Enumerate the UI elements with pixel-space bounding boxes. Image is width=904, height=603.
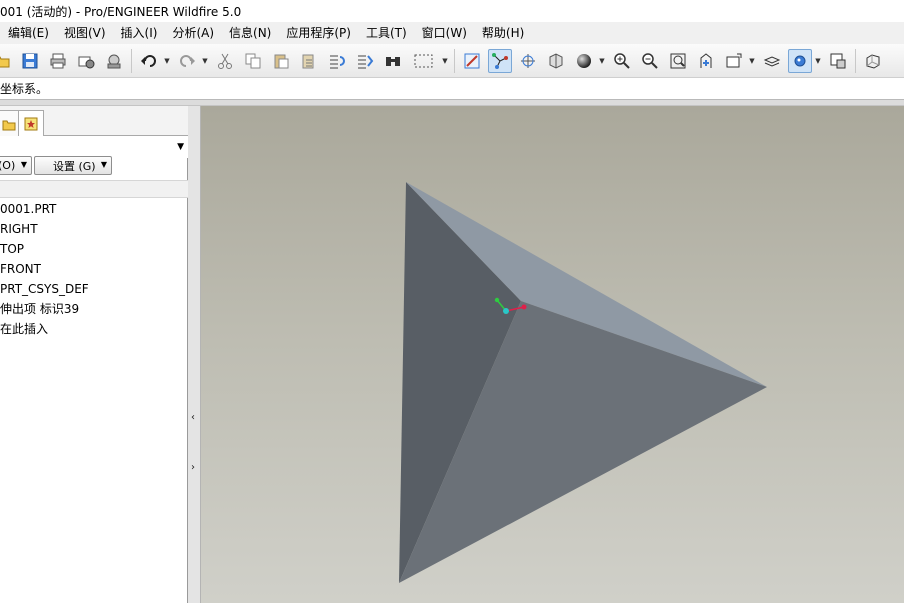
send-mail-icon[interactable] xyxy=(74,49,98,73)
menu-edit[interactable]: 编辑(E) xyxy=(0,22,56,44)
toolbar-separator xyxy=(131,48,132,73)
undo-icon[interactable] xyxy=(137,49,161,73)
display-dropdown-icon[interactable]: ▼ xyxy=(814,49,822,73)
display-style-icon[interactable] xyxy=(788,48,812,73)
model-tree-header xyxy=(0,180,188,198)
graphics-window[interactable] xyxy=(201,106,904,603)
tree-item-csys[interactable]: PRT_CSYS_DEF xyxy=(0,279,188,299)
undo-dropdown-icon[interactable]: ▼ xyxy=(163,49,171,73)
print-icon[interactable] xyxy=(46,49,70,73)
spin-center-icon[interactable] xyxy=(488,48,512,73)
copy-icon[interactable] xyxy=(241,49,265,73)
reorient-icon[interactable] xyxy=(694,49,718,73)
toolbar-separator xyxy=(855,48,856,73)
chevron-down-icon: ▼ xyxy=(100,160,107,169)
menu-info[interactable]: 信息(N) xyxy=(221,22,278,44)
show-button[interactable]: (O) ▼ xyxy=(0,156,32,175)
menu-applications[interactable]: 应用程序(P) xyxy=(278,22,358,44)
show-button-label: (O) xyxy=(0,159,16,172)
orient-icon[interactable] xyxy=(516,49,540,73)
shading-icon[interactable] xyxy=(572,49,596,73)
navigator-panel: ▼ (O) ▼ 设置 (G) ▼ 0001.PRT RIGHT TOP FRON… xyxy=(0,106,188,603)
save-icon[interactable] xyxy=(18,49,42,73)
menu-help[interactable]: 帮助(H) xyxy=(474,22,531,44)
mail-icon[interactable] xyxy=(102,49,126,73)
window-title: 001 (活动的) - Pro/ENGINEER Wildfire 5.0 xyxy=(0,4,242,19)
chevron-down-icon: ▼ xyxy=(177,142,184,152)
menu-bar: 编辑(E) 视图(V) 插入(I) 分析(A) 信息(N) 应用程序(P) 工具… xyxy=(0,22,904,44)
tree-item-top[interactable]: TOP xyxy=(0,239,188,259)
paste-icon[interactable] xyxy=(269,49,293,73)
repaint-icon[interactable] xyxy=(460,49,484,73)
navigator-tabs xyxy=(0,106,188,136)
select-box-icon[interactable] xyxy=(409,49,439,73)
layers-icon[interactable] xyxy=(760,49,784,73)
main-toolbar: ▼ ▼ ▼ ▼ ▼ ▼ xyxy=(0,44,904,78)
collapse-left-icon[interactable]: ‹ xyxy=(191,412,197,423)
menu-view[interactable]: 视图(V) xyxy=(56,22,113,44)
regenerate-icon[interactable] xyxy=(325,49,349,73)
saved-views-icon[interactable] xyxy=(544,49,568,73)
tree-item-protrusion[interactable]: 伸出项 标识39 xyxy=(0,299,188,319)
select-dropdown-icon[interactable]: ▼ xyxy=(441,49,449,73)
panel-splitter[interactable]: ‹ › xyxy=(188,106,201,603)
settings-button-label: 设置 (G) xyxy=(53,159,96,173)
wireframe-icon[interactable] xyxy=(826,49,850,73)
open-icon[interactable] xyxy=(0,49,14,73)
model-canvas xyxy=(399,182,767,583)
message-text: 坐标系。 xyxy=(0,82,49,96)
title-bar: 001 (活动的) - Pro/ENGINEER Wildfire 5.0 xyxy=(0,0,904,22)
menu-analysis[interactable]: 分析(A) xyxy=(164,22,221,44)
zoom-in-icon[interactable] xyxy=(610,49,634,73)
tree-item-front[interactable]: FRONT xyxy=(0,259,188,279)
settings-button[interactable]: 设置 (G) ▼ xyxy=(34,156,112,175)
view-dropdown-icon[interactable]: ▼ xyxy=(748,49,756,73)
chevron-down-icon: ▼ xyxy=(20,160,27,169)
view-manager-icon[interactable] xyxy=(722,49,746,73)
model-tree: 0001.PRT RIGHT TOP FRONT PRT_CSYS_DEF 伸出… xyxy=(0,199,188,339)
tab-favorites[interactable] xyxy=(18,110,44,136)
zoom-out-icon[interactable] xyxy=(638,49,662,73)
tree-item-part[interactable]: 0001.PRT xyxy=(0,199,188,219)
paste-special-icon[interactable] xyxy=(297,49,321,73)
tree-item-insert-here[interactable]: 在此插入 xyxy=(0,319,188,339)
menu-window[interactable]: 窗口(W) xyxy=(414,22,474,44)
tree-view-dropdown[interactable]: ▼ xyxy=(0,136,188,158)
find-icon[interactable] xyxy=(381,49,405,73)
redo-icon[interactable] xyxy=(175,49,199,73)
regen-manager-icon[interactable] xyxy=(353,49,377,73)
hidden-line-icon[interactable] xyxy=(861,49,885,73)
shading-dropdown-icon[interactable]: ▼ xyxy=(598,49,606,73)
redo-dropdown-icon[interactable]: ▼ xyxy=(201,49,209,73)
cut-icon[interactable] xyxy=(213,49,237,73)
menu-insert[interactable]: 插入(I) xyxy=(113,22,165,44)
menu-tools[interactable]: 工具(T) xyxy=(358,22,414,44)
expand-right-icon[interactable]: › xyxy=(191,462,197,473)
toolbar-separator xyxy=(454,48,455,73)
message-area: 坐标系。 xyxy=(0,78,904,100)
refit-icon[interactable] xyxy=(666,49,690,73)
tree-item-right[interactable]: RIGHT xyxy=(0,219,188,239)
tree-button-row: (O) ▼ 设置 (G) ▼ xyxy=(0,156,188,180)
